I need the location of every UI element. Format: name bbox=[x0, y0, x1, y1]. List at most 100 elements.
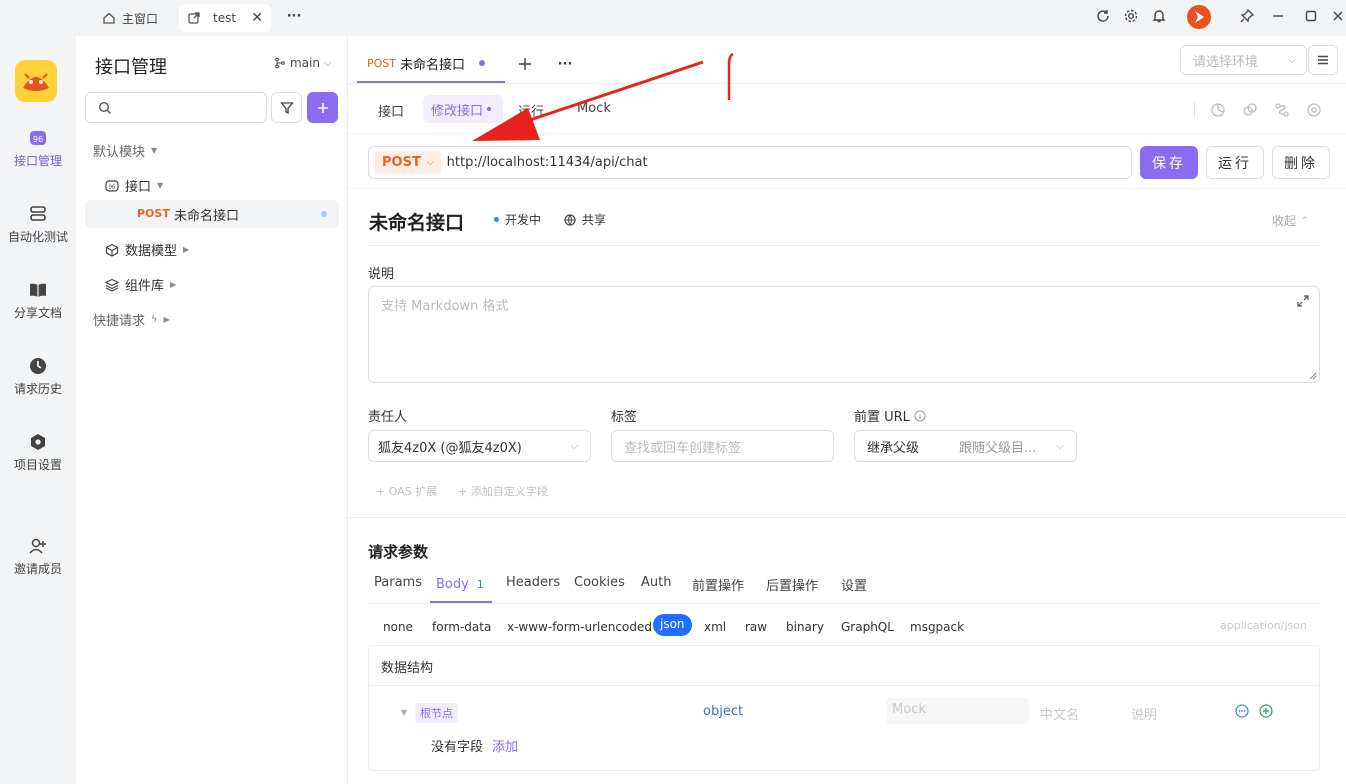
add-custom-field-button[interactable]: + 添加自定义字段 bbox=[458, 483, 548, 499]
user-avatar[interactable] bbox=[1187, 5, 1211, 29]
stack-icon bbox=[28, 204, 48, 224]
info-icon[interactable] bbox=[914, 410, 926, 422]
oas-extension-button[interactable]: + OAS 扩展 bbox=[376, 483, 437, 499]
rail-item-automation[interactable]: 自动化测试 bbox=[0, 204, 76, 245]
filter-button[interactable] bbox=[271, 92, 302, 123]
tree-api-item-selected[interactable]: POST 未命名接口 bbox=[85, 200, 339, 228]
tree-quick-request[interactable]: 快捷请求 ϟ ▶ bbox=[93, 310, 170, 329]
rail-item-share-docs[interactable]: 分享文档 bbox=[0, 280, 76, 321]
api-status[interactable]: 开发中 bbox=[494, 211, 541, 228]
save-button[interactable]: 保存 bbox=[1140, 146, 1198, 179]
body-type-binary[interactable]: binary bbox=[779, 617, 831, 637]
notification-bell-icon[interactable] bbox=[1147, 4, 1171, 28]
body-type-raw[interactable]: raw bbox=[738, 617, 774, 637]
copy-icon[interactable] bbox=[1238, 98, 1262, 122]
branch-icon bbox=[274, 57, 286, 69]
svg-text:96: 96 bbox=[109, 184, 116, 190]
tree-api-folder[interactable]: 96 接口 ▼ bbox=[105, 176, 163, 195]
root-type-select[interactable]: object bbox=[703, 704, 743, 719]
close-icon[interactable]: ✕ bbox=[251, 10, 263, 26]
maximize-icon[interactable] bbox=[1299, 4, 1323, 28]
collapse-button[interactable]: 收起 ⌃ bbox=[1272, 212, 1309, 229]
rail-item-project-settings[interactable]: 项目设置 bbox=[0, 432, 76, 473]
minimize-icon[interactable] bbox=[1266, 4, 1290, 28]
url-input[interactable]: http://localhost:11434/api/chat bbox=[447, 155, 648, 170]
run-button[interactable]: 运行 bbox=[1206, 146, 1264, 179]
rail-item-api-management[interactable]: 96 接口管理 bbox=[0, 128, 76, 169]
params-tab-auth[interactable]: Auth bbox=[641, 575, 671, 590]
chinese-name-input[interactable]: 中文名 bbox=[1040, 704, 1079, 723]
divider bbox=[368, 245, 1320, 246]
tree-components[interactable]: 组件库 ▶ bbox=[105, 275, 176, 294]
body-type-form-data[interactable]: form-data bbox=[425, 617, 498, 637]
tree-data-model[interactable]: 数据模型 ▶ bbox=[105, 240, 189, 259]
environment-select[interactable]: 请选择环境 ⌵ bbox=[1180, 45, 1307, 75]
menu-button[interactable] bbox=[1308, 45, 1338, 75]
add-field-link[interactable]: 添加 bbox=[492, 736, 518, 755]
description-textarea[interactable]: 支持 Markdown 格式 bbox=[368, 286, 1320, 383]
more-tabs-button[interactable]: ··· bbox=[282, 4, 306, 28]
mock-input[interactable]: Mock bbox=[886, 698, 1029, 724]
new-tab-button[interactable] bbox=[513, 52, 537, 76]
tree-default-module[interactable]: 默认模块 ▼ bbox=[93, 141, 157, 160]
pin-icon[interactable] bbox=[1235, 4, 1259, 28]
subtab-run[interactable]: 运行 bbox=[518, 101, 544, 120]
add-button[interactable] bbox=[307, 92, 338, 123]
params-tab-cookies[interactable]: Cookies bbox=[574, 575, 625, 590]
doc-tab-active[interactable]: POST 未命名接口 bbox=[357, 45, 505, 83]
body-type-json[interactable]: json bbox=[653, 614, 692, 636]
tree-label: 组件库 bbox=[125, 279, 165, 294]
refresh-icon[interactable] bbox=[1091, 4, 1115, 28]
chevron-up-icon: ⌃ bbox=[1301, 215, 1309, 226]
hexagon-settings-icon bbox=[28, 432, 48, 452]
window-close-icon[interactable] bbox=[1330, 4, 1346, 28]
params-tab-settings[interactable]: 设置 bbox=[841, 575, 867, 594]
code-share-icon[interactable] bbox=[1270, 98, 1294, 122]
tags-input[interactable]: 查找或回车创建标签 bbox=[611, 430, 834, 462]
params-tab-post-ops[interactable]: 后置操作 bbox=[766, 575, 818, 594]
pie-chart-icon[interactable] bbox=[1206, 98, 1230, 122]
window-titlebar: 主窗口 test ✕ ··· bbox=[0, 0, 1346, 36]
sidebar-title: 接口管理 bbox=[95, 57, 167, 78]
params-tab-body[interactable]: Body 1 bbox=[430, 567, 492, 603]
subtab-api[interactable]: 接口 bbox=[378, 101, 404, 120]
rail-item-history[interactable]: 请求历史 bbox=[0, 356, 76, 397]
body-type-xml[interactable]: xml bbox=[697, 617, 733, 637]
settings-icon[interactable] bbox=[1302, 98, 1326, 122]
more-options-icon[interactable] bbox=[1235, 704, 1249, 718]
branch-selector[interactable]: main ⌵ bbox=[274, 56, 332, 70]
description-label: 说明 bbox=[368, 267, 395, 282]
expand-icon[interactable] bbox=[1297, 295, 1309, 307]
add-child-icon[interactable] bbox=[1259, 704, 1273, 718]
left-rail: 96 接口管理 自动化测试 分享文档 请求历史 项目设置 邀请成员 bbox=[0, 36, 76, 784]
settings-gear-icon[interactable] bbox=[1119, 4, 1143, 28]
prefix-url-select[interactable]: 继承父级 跟随父级目... ⌵ bbox=[854, 430, 1077, 462]
delete-button[interactable]: 删除 bbox=[1272, 146, 1330, 179]
rail-item-invite[interactable]: 邀请成员 bbox=[0, 536, 76, 577]
api-name[interactable]: 未命名接口 bbox=[369, 208, 464, 235]
caret-down-icon[interactable]: ▼ bbox=[401, 708, 407, 717]
body-type-msgpack[interactable]: msgpack bbox=[903, 617, 971, 637]
prefix-url-label-text: 前置 URL bbox=[854, 410, 910, 425]
params-tab-headers[interactable]: Headers bbox=[506, 575, 560, 590]
subtab-label: 修改接口 bbox=[431, 103, 484, 119]
params-tab-pre-ops[interactable]: 前置操作 bbox=[692, 575, 744, 594]
body-type-none[interactable]: none bbox=[376, 617, 420, 637]
window-tab-main[interactable]: 主窗口 bbox=[94, 4, 166, 32]
method-select[interactable]: POST ⌵ bbox=[375, 151, 441, 174]
subtab-mock[interactable]: Mock bbox=[577, 101, 611, 116]
field-description-input[interactable]: 说明 bbox=[1131, 704, 1157, 723]
params-tab-params[interactable]: Params bbox=[374, 575, 422, 590]
tab-label: Body bbox=[436, 576, 469, 592]
body-type-graphql[interactable]: GraphQL bbox=[834, 617, 901, 637]
body-type-urlencoded[interactable]: x-www-form-urlencoded bbox=[500, 617, 659, 637]
owner-select[interactable]: 狐友4z0X (@狐友4z0X) ⌵ bbox=[368, 430, 591, 462]
resize-handle-icon[interactable] bbox=[1309, 372, 1317, 380]
window-tab-label: 主窗口 bbox=[122, 11, 159, 26]
root-node-badge: 根节点 bbox=[415, 703, 458, 723]
subtab-edit[interactable]: 修改接口 bbox=[423, 95, 503, 123]
share-toggle[interactable]: 共享 bbox=[564, 211, 606, 228]
tab-more-button[interactable]: ··· bbox=[553, 52, 577, 76]
sidebar-search-input[interactable] bbox=[85, 92, 267, 123]
window-tab-test[interactable]: test ✕ bbox=[179, 4, 271, 32]
